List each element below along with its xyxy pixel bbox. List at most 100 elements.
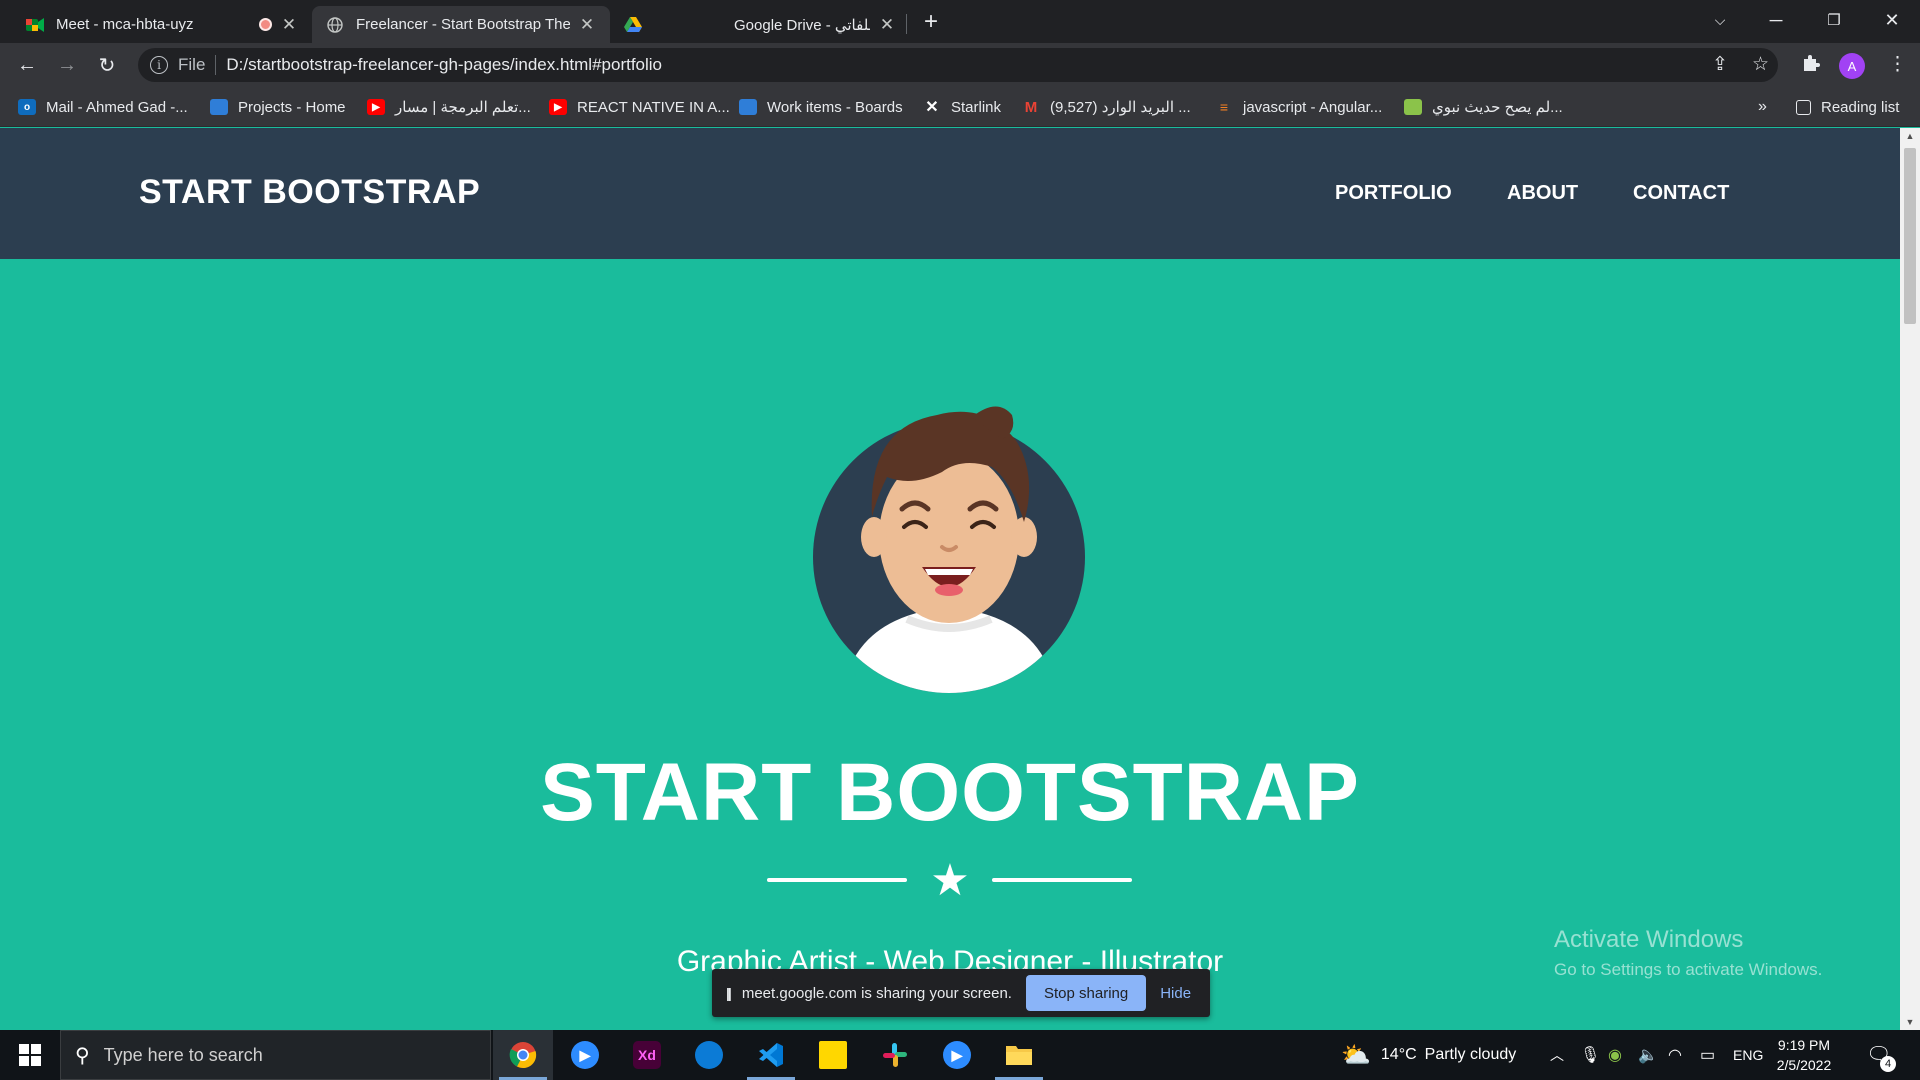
tab-meet[interactable]: Meet - mca-hbta-uyz ✕	[12, 6, 312, 43]
slack-icon	[883, 1043, 907, 1067]
taskbar-app-zoom-meetings[interactable]: ▶	[927, 1030, 987, 1080]
taskbar-app-sticky-notes[interactable]	[803, 1030, 863, 1080]
youtube-icon: ▶	[367, 99, 385, 115]
bookmark-label: Projects - Home	[238, 98, 346, 116]
bookmark-item[interactable]: Projects - Home	[210, 96, 346, 118]
stop-sharing-button[interactable]: Stop sharing	[1025, 975, 1147, 1011]
drag-handle-icon[interactable]: ||	[726, 985, 732, 1001]
bookmark-item[interactable]: لم يصح حديث نبوي...	[1404, 96, 1563, 118]
bookmark-label: REACT NATIVE IN A...	[577, 98, 730, 116]
clock-date: 2/5/2022	[1776, 1057, 1832, 1073]
bookmarks-bar: o Mail - Ahmed Gad -... Projects - Home …	[0, 87, 1920, 127]
windows-taskbar: ⚲ Type here to search ▶ Xd ▶ ⛅ 14°C Part…	[0, 1030, 1920, 1080]
menu-kebab-icon[interactable]: ⋮	[1888, 53, 1907, 76]
browser-tab-strip: Meet - mca-hbta-uyz ✕ Freelancer - Start…	[0, 0, 1920, 43]
avatar-illustration	[813, 406, 1085, 693]
site-brand[interactable]: START BOOTSTRAP	[139, 173, 480, 212]
taskbar-app-edge[interactable]	[679, 1030, 739, 1080]
back-button[interactable]: ←	[13, 51, 41, 79]
google-meet-icon	[26, 16, 44, 34]
bookmark-star-icon[interactable]: ☆	[1752, 53, 1769, 76]
nav-about[interactable]: ABOUT	[1507, 182, 1578, 205]
info-icon[interactable]: i	[150, 56, 168, 74]
microphone-icon[interactable]: 🎙	[1580, 1030, 1600, 1080]
new-tab-button[interactable]: +	[924, 8, 938, 36]
close-icon[interactable]: ✕	[280, 15, 298, 35]
bookmark-item[interactable]: ≡ javascript - Angular...	[1215, 96, 1382, 118]
gmail-icon: M	[1024, 98, 1038, 116]
reading-list-icon	[1796, 99, 1811, 115]
sticky-notes-icon	[819, 1041, 847, 1069]
bookmark-item[interactable]: Work items - Boards	[739, 96, 903, 118]
adobe-xd-icon: Xd	[633, 1041, 661, 1069]
bookmark-item[interactable]: ▶ تعلم البرمجة | مسار...	[367, 96, 531, 118]
outlook-icon: o	[18, 99, 36, 115]
address-bar[interactable]: i File D:/startbootstrap-freelancer-gh-p…	[138, 48, 1778, 82]
bookmark-label: Work items - Boards	[767, 98, 903, 116]
chrome-icon	[509, 1042, 537, 1069]
hide-button[interactable]: Hide	[1160, 985, 1191, 1002]
bookmark-site-icon	[1404, 99, 1422, 115]
edge-icon	[695, 1041, 723, 1069]
tab-separator	[906, 14, 907, 34]
profile-avatar[interactable]: A	[1839, 53, 1865, 79]
network-status-icon[interactable]: ◉	[1608, 1030, 1622, 1080]
url-scheme-label: File	[178, 55, 206, 74]
nav-contact[interactable]: CONTACT	[1633, 182, 1729, 205]
minimize-button[interactable]: ─	[1748, 0, 1804, 40]
recording-indicator-icon	[259, 18, 272, 31]
hero-title: START BOOTSTRAP	[540, 747, 1360, 838]
close-icon[interactable]: ✕	[878, 15, 896, 35]
scrollbar-thumb[interactable]	[1904, 148, 1916, 324]
taskbar-app-adobe-xd[interactable]: Xd	[617, 1030, 677, 1080]
bookmarks-overflow-button[interactable]: »	[1758, 96, 1767, 118]
url-separator	[215, 55, 217, 75]
forward-button[interactable]: →	[53, 51, 81, 79]
tab-search-button[interactable]: ⌵	[1692, 0, 1748, 40]
close-window-button[interactable]: ✕	[1864, 0, 1920, 40]
scroll-up-arrow-icon[interactable]: ▲	[1900, 128, 1920, 144]
globe-icon	[326, 16, 344, 34]
taskbar-app-vscode[interactable]	[741, 1030, 801, 1080]
taskbar-app-zoom[interactable]: ▶	[555, 1030, 615, 1080]
reading-list-button[interactable]: Reading list	[1796, 96, 1899, 118]
language-indicator[interactable]: ENG	[1733, 1030, 1763, 1080]
nav-portfolio[interactable]: PORTFOLIO	[1335, 182, 1452, 205]
restore-button[interactable]: ❐	[1806, 0, 1862, 40]
taskbar-app-slack[interactable]	[865, 1030, 925, 1080]
star-divider: ★	[767, 859, 1132, 903]
taskbar-clock[interactable]: 9:19 PM 2/5/2022	[1764, 1035, 1844, 1075]
reading-list-label: Reading list	[1821, 98, 1900, 116]
close-icon[interactable]: ✕	[578, 15, 596, 35]
tab-title: Meet - mca-hbta-uyz	[56, 16, 194, 33]
bookmark-label: Starlink	[951, 98, 1002, 116]
taskbar-app-file-explorer[interactable]	[989, 1030, 1049, 1080]
bookmark-item[interactable]: M (9,527) البريد الوارد ...	[1022, 96, 1191, 118]
extensions-puzzle-icon[interactable]	[1801, 53, 1821, 79]
battery-icon[interactable]: ▭	[1700, 1030, 1715, 1080]
bookmark-item[interactable]: o Mail - Ahmed Gad -...	[18, 96, 188, 118]
weather-widget[interactable]: ⛅ 14°C Partly cloudy	[1341, 1030, 1516, 1080]
taskbar-app-chrome[interactable]	[493, 1030, 553, 1080]
star-icon: ★	[930, 856, 970, 905]
masthead: START BOOTSTRAP ★ Graphic Artist - Web D…	[0, 259, 1900, 1029]
page-scrollbar[interactable]: ▲ ▼	[1900, 128, 1920, 1030]
volume-icon[interactable]: 🔈	[1638, 1030, 1658, 1080]
reload-button[interactable]: ↻	[93, 51, 121, 79]
taskbar-search[interactable]: ⚲ Type here to search	[60, 1030, 491, 1080]
tab-freelancer[interactable]: Freelancer - Start Bootstrap Theme ✕	[312, 6, 610, 43]
share-icon[interactable]: ⇪	[1712, 53, 1728, 76]
start-button[interactable]	[0, 1030, 60, 1080]
wifi-icon[interactable]: ◠	[1668, 1030, 1682, 1080]
bookmark-item[interactable]: ✕ Starlink	[923, 96, 1001, 118]
zoom-icon: ▶	[571, 1041, 599, 1069]
show-hidden-icons-button[interactable]: ︿	[1550, 1030, 1564, 1080]
divider-line	[767, 878, 907, 882]
bookmark-label: (9,527) البريد الوارد ...	[1050, 99, 1191, 116]
scroll-down-arrow-icon[interactable]: ▼	[1900, 1014, 1920, 1030]
tab-google-drive[interactable]: Google Drive - ملفاتي ✕	[610, 6, 910, 43]
bookmark-item[interactable]: ▶ REACT NATIVE IN A...	[549, 96, 730, 118]
folder-icon	[1006, 1046, 1032, 1065]
watermark-subtitle: Go to Settings to activate Windows.	[1554, 960, 1823, 979]
url-text[interactable]: D:/startbootstrap-freelancer-gh-pages/in…	[226, 55, 662, 75]
